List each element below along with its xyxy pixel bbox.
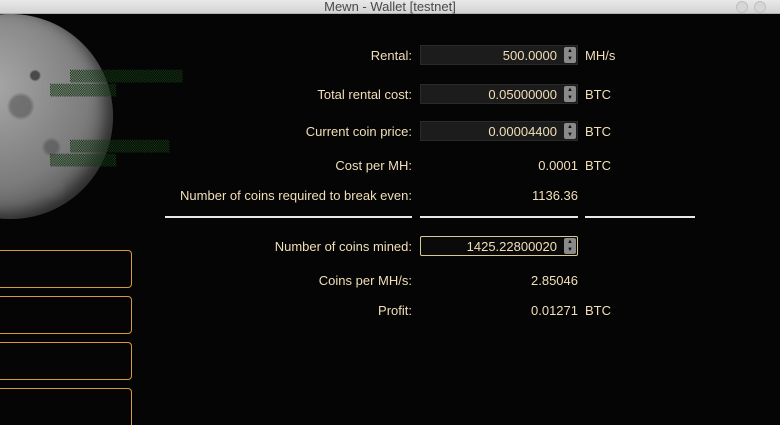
profit-value: 0.01271 (531, 303, 578, 318)
window-title: Mewn - Wallet [testnet] (324, 0, 456, 14)
background-decoration: ▒▒▒▒▒▒▒▒▒▒▒▒▒▒▒▒▒ (70, 70, 183, 83)
app-window: Mewn - Wallet [testnet] ▒▒▒▒▒▒▒▒▒▒▒▒▒▒▒▒… (0, 0, 780, 425)
total-rental-cost-label: Total rental cost: (317, 87, 412, 102)
current-coin-price-label: Current coin price: (305, 124, 412, 139)
cost-per-mh-value: 0.0001 (538, 158, 578, 173)
spin-arrows-icon[interactable]: ▲ ▼ (564, 86, 576, 102)
rental-unit: MH/s (585, 48, 616, 63)
current-coin-price-spinbox[interactable]: 0.00004400 ▲ ▼ (420, 121, 578, 141)
total-rental-cost-value: 0.05000000 (488, 87, 557, 102)
profit-unit: BTC (585, 303, 611, 318)
background-decoration: ▒▒▒▒▒▒▒▒▒▒▒▒▒▒▒ (70, 140, 170, 153)
side-nav-button[interactable] (0, 296, 132, 334)
side-nav-button[interactable] (0, 342, 132, 380)
current-coin-price-unit: BTC (585, 124, 611, 139)
separator-line (165, 216, 412, 218)
break-even-label: Number of coins required to break even: (180, 188, 412, 203)
background-decoration: ▒▒▒▒▒▒▒▒▒▒ (50, 84, 117, 97)
title-bar[interactable]: Mewn - Wallet [testnet] (0, 0, 780, 14)
side-nav-button[interactable] (0, 388, 132, 425)
current-coin-price-value: 0.00004400 (488, 124, 557, 139)
coins-per-mhs-label: Coins per MH/s: (318, 273, 412, 288)
rental-value: 500.0000 (502, 48, 557, 63)
coins-mined-value: 1425.22800020 (466, 239, 557, 254)
coins-per-mhs-value: 2.85046 (531, 273, 578, 288)
rental-label: Rental: (370, 48, 412, 63)
spin-arrows-icon[interactable]: ▲ ▼ (564, 47, 576, 63)
coins-mined-label: Number of coins mined: (274, 239, 412, 254)
spin-arrows-icon[interactable]: ▲ ▼ (564, 123, 576, 139)
profit-label: Profit: (378, 303, 412, 318)
cost-per-mh-unit: BTC (585, 158, 611, 173)
separator-line (585, 216, 695, 218)
background-decoration: ▒▒▒▒▒▒▒▒▒▒ (50, 154, 117, 167)
cost-per-mh-label: Cost per MH: (335, 158, 412, 173)
separator-line (420, 216, 578, 218)
spin-arrows-icon[interactable]: ▲ ▼ (564, 238, 576, 254)
total-rental-cost-unit: BTC (585, 87, 611, 102)
coins-mined-spinbox[interactable]: 1425.22800020 ▲ ▼ (420, 236, 578, 256)
maximize-button[interactable] (754, 1, 766, 13)
side-nav-button[interactable] (0, 250, 132, 288)
total-rental-cost-spinbox[interactable]: 0.05000000 ▲ ▼ (420, 84, 578, 104)
minimize-button[interactable] (736, 1, 748, 13)
rental-spinbox[interactable]: 500.0000 ▲ ▼ (420, 45, 578, 65)
break-even-value: 1136.36 (531, 188, 578, 203)
moon-logo-image (0, 14, 113, 219)
